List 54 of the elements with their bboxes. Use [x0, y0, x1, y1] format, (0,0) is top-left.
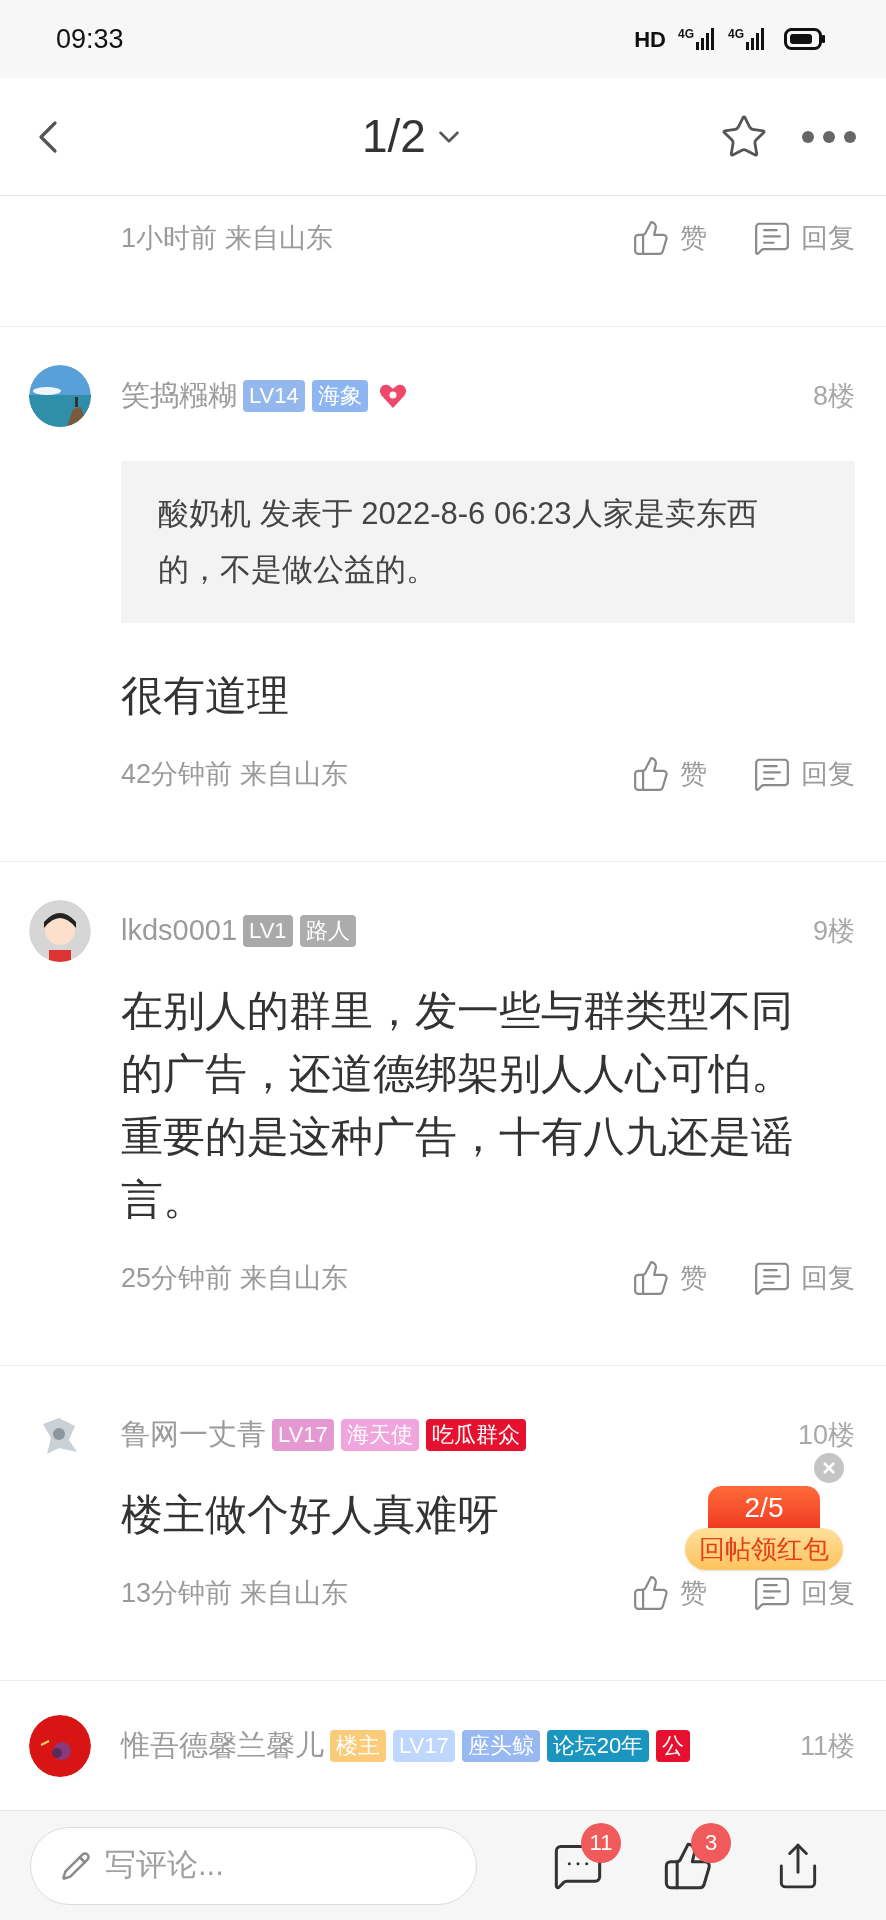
reply-button[interactable]: 回复	[753, 1572, 855, 1614]
thumbs-up-icon	[632, 755, 670, 793]
thumbs-up-icon	[632, 1259, 670, 1297]
user-tag: LV17	[393, 1730, 455, 1762]
comment-input[interactable]: 写评论...	[105, 1842, 445, 1889]
reward-button[interactable]: 回帖领红包	[685, 1528, 843, 1570]
user-tag: 海象	[311, 380, 368, 412]
user-name[interactable]: 笑捣糨糊	[121, 374, 237, 418]
post-body: 在别人的群里，发一些与群类型不同的广告，还道德绑架别人人心可怕。重要的是这种广告，十有八九还是谣言。	[121, 986, 794, 1225]
thumbs-up-icon	[632, 219, 670, 257]
user-tag: LV17	[272, 1419, 334, 1451]
floor-number: 11楼	[798, 1729, 855, 1763]
user-tag: 路人	[299, 915, 356, 947]
reply-button[interactable]: 回复	[753, 1257, 855, 1299]
post-meta: 42分钟前 来自山东	[121, 757, 348, 791]
like-count-badge: 3	[691, 1822, 731, 1863]
user-name[interactable]: 惟吾德馨兰馨儿	[121, 1724, 324, 1768]
post-meta: 1小时前 来自山东	[121, 221, 333, 255]
post-body: 很有道理	[121, 671, 289, 721]
pencil-icon	[61, 1850, 91, 1881]
post-meta: 25分钟前 来自山东	[121, 1261, 348, 1295]
user-tag: 楼主	[330, 1730, 386, 1762]
post-meta: 13分钟前 来自山东	[121, 1576, 348, 1610]
reply-button[interactable]: 回复	[753, 217, 855, 259]
network-label: 4G	[677, 28, 694, 40]
thumbs-up-icon	[632, 1574, 670, 1612]
battery-icon	[784, 28, 826, 50]
comment-box[interactable]: 写评论...	[30, 1826, 477, 1905]
network-label: 4G	[728, 28, 744, 40]
hd-label: HD	[634, 25, 666, 54]
page-selector[interactable]: 1/2	[362, 102, 466, 171]
user-tag: 公	[656, 1730, 691, 1762]
floor-number: 10楼	[796, 1418, 855, 1452]
floor-number: 8楼	[811, 379, 855, 413]
user-tag: LV1	[243, 915, 293, 947]
signal-icon	[746, 28, 766, 50]
comment-count-badge: 11	[581, 1822, 621, 1863]
like-button[interactable]: 赞	[632, 217, 707, 259]
user-tag: LV14	[243, 380, 305, 412]
reply-button[interactable]: 回复	[753, 753, 855, 795]
user-tag: 座头鲸	[461, 1730, 540, 1762]
signal-icon	[696, 28, 716, 50]
user-tag: 吃瓜群众	[425, 1419, 526, 1451]
user-name[interactable]: lkds0001	[121, 909, 238, 953]
post-body: 楼主做个好人真难呀	[121, 1490, 499, 1540]
user-tag: 海天使	[340, 1419, 419, 1451]
like-button[interactable]: 赞	[632, 1257, 707, 1299]
user-tag: 论坛20年	[546, 1730, 650, 1762]
floor-number: 9楼	[811, 914, 855, 948]
like-button[interactable]: 赞	[632, 753, 707, 795]
user-name[interactable]: 鲁网一丈青	[121, 1413, 266, 1457]
like-button[interactable]: 赞	[632, 1572, 707, 1614]
status-time: 09:33	[56, 22, 124, 56]
quoted-post: 酸奶机 发表于 2022-8-6 06:23人家是卖东西的，不是做公益的。	[121, 461, 855, 623]
